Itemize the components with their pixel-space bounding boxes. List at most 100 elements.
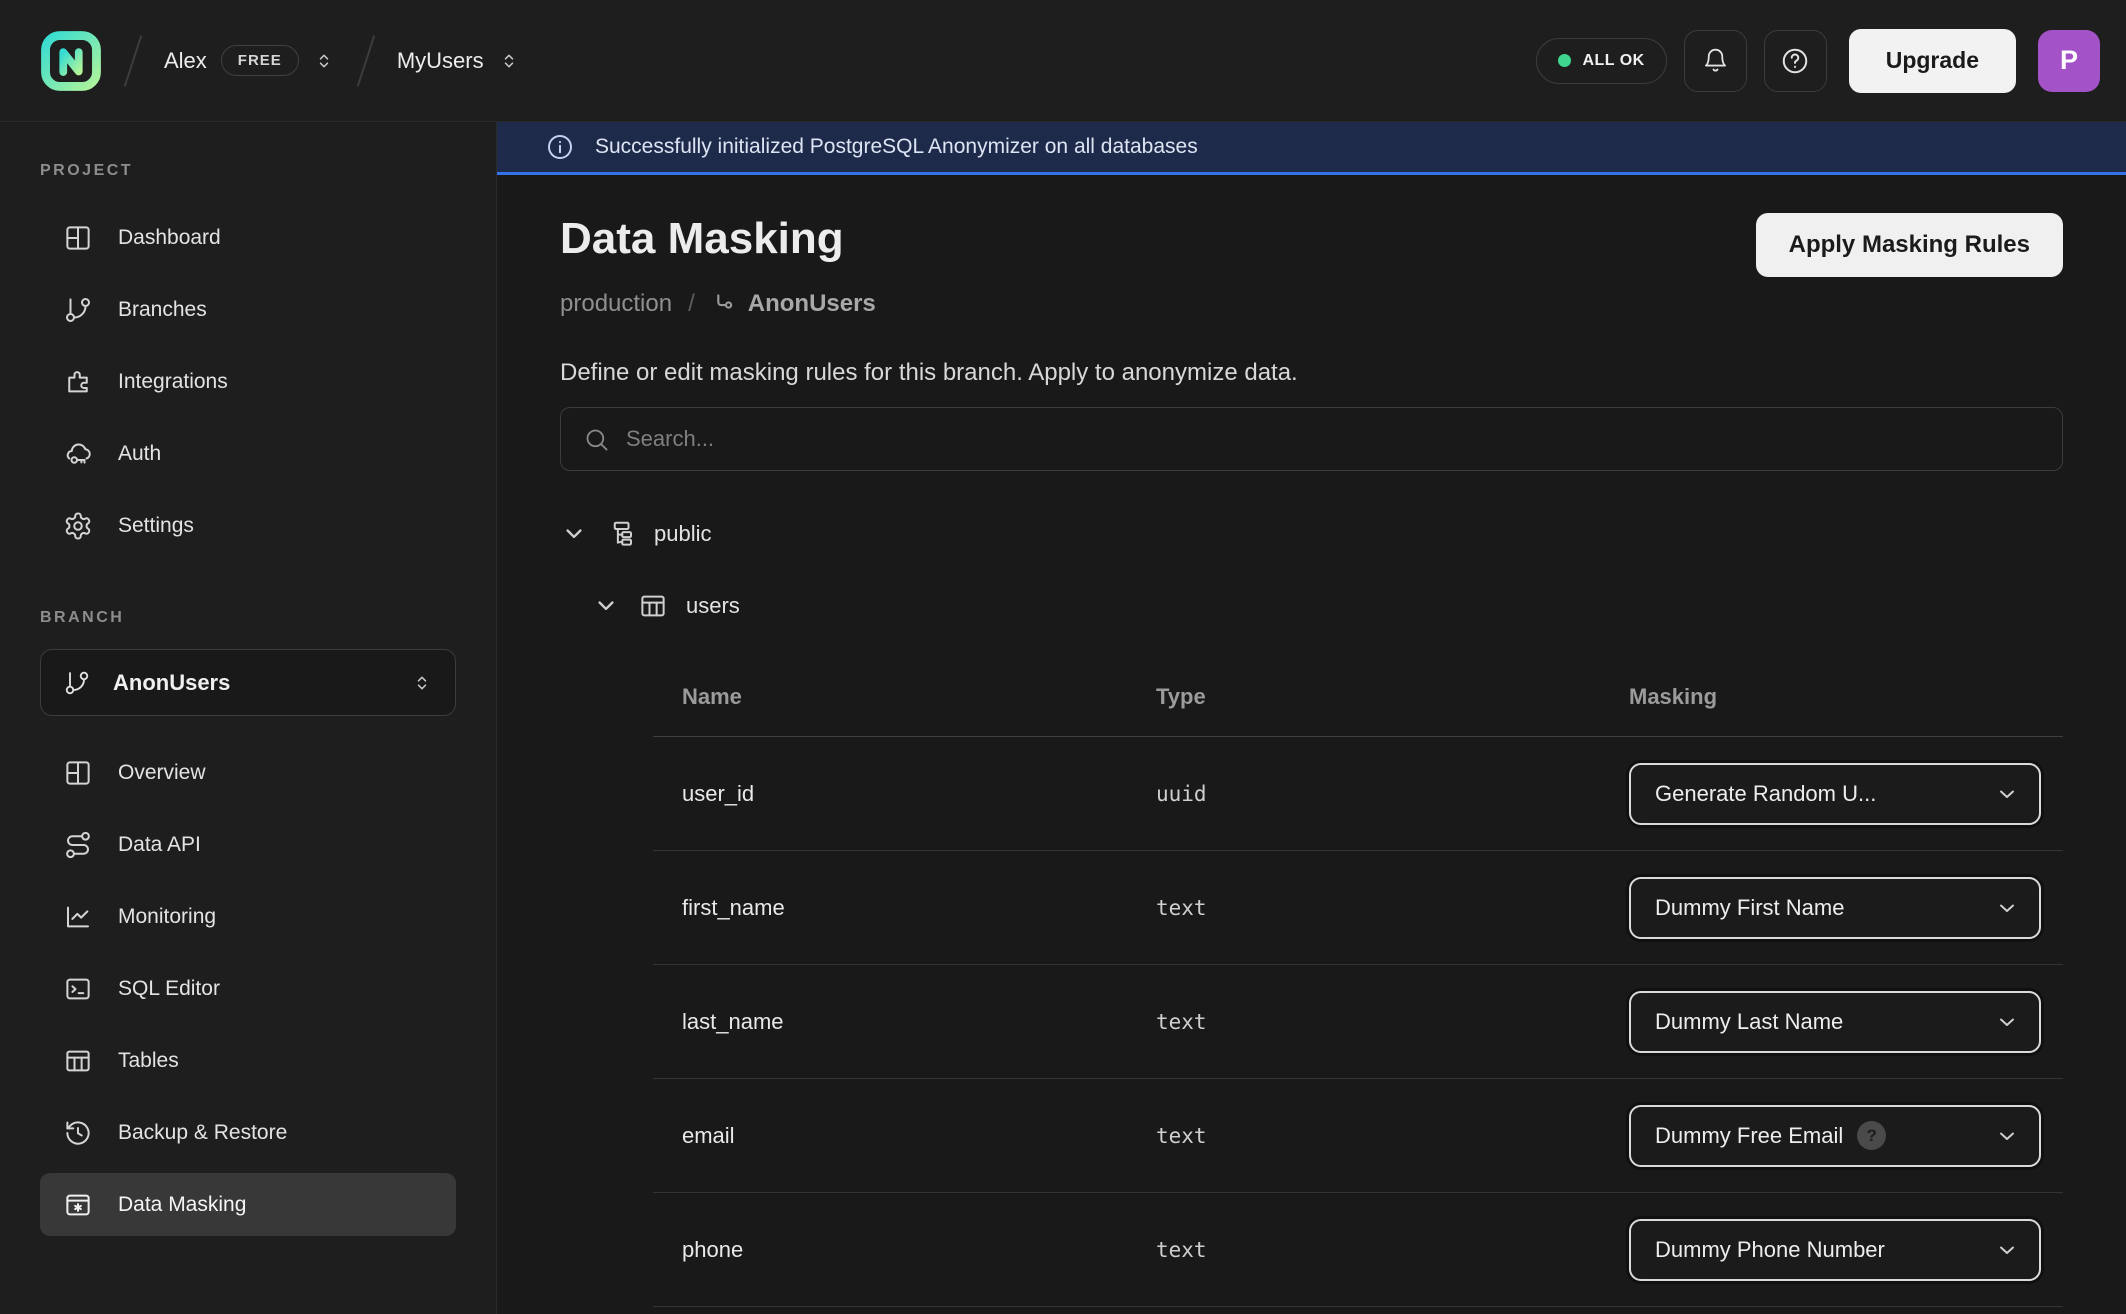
search-input[interactable] — [626, 426, 2040, 452]
chevron-down-icon — [1995, 1124, 2019, 1148]
masking-rule-select[interactable]: Dummy Phone Number — [1629, 1219, 2041, 1281]
masking-rule-value: Dummy Last Name — [1655, 1009, 1843, 1035]
schema-tree: public users Name Type — [560, 511, 2063, 1307]
separator-slash — [124, 35, 143, 87]
sidebar-item-label: Auth — [118, 442, 161, 466]
column-type-value: text — [1156, 1238, 1629, 1262]
notifications-button[interactable] — [1684, 30, 1747, 92]
column-type-value: uuid — [1156, 782, 1629, 806]
branch-nav: Overview Data API Monitoring — [40, 741, 456, 1236]
sidebar-item-data-masking[interactable]: Data Masking — [40, 1173, 456, 1236]
masking-table-body: user_iduuid Generate Random U... first_nam… — [653, 737, 2063, 1307]
table-row: phonetextDummy Phone Number — [653, 1193, 2063, 1307]
column-header-masking: Masking — [1629, 684, 2063, 710]
dashboard-icon — [63, 223, 93, 253]
masking-rule-select[interactable]: Dummy Last Name — [1629, 991, 2041, 1053]
branch-selector[interactable]: AnonUsers — [40, 649, 456, 716]
main-panel: Successfully initialized PostgreSQL Anon… — [497, 122, 2126, 1314]
column-header-name: Name — [653, 684, 1156, 710]
sidebar-item-label: Tables — [118, 1049, 179, 1073]
sidebar-item-dashboard[interactable]: Dashboard — [40, 206, 456, 269]
plan-badge: FREE — [221, 45, 299, 76]
column-name-value: last_name — [653, 1009, 1156, 1035]
masking-rule-value: Generate Random U... — [1655, 781, 1876, 807]
chevron-up-down-icon[interactable] — [498, 50, 520, 72]
masking-table-header: Name Type Masking — [653, 657, 2063, 737]
project-nav: Dashboard Branches Integrations — [40, 206, 456, 557]
sidebar-item-label: Integrations — [118, 370, 228, 394]
bell-icon — [1702, 47, 1729, 74]
sidebar: PROJECT Dashboard Branches — [0, 122, 497, 1314]
sidebar-item-tables[interactable]: Tables — [40, 1029, 456, 1092]
gear-icon — [63, 511, 93, 541]
masking-rule-value: Dummy Phone Number — [1655, 1237, 1885, 1263]
sidebar-item-label: Backup & Restore — [118, 1121, 287, 1145]
column-name-value: first_name — [653, 895, 1156, 921]
sidebar-item-data-api[interactable]: Data API — [40, 813, 456, 876]
history-icon — [63, 1118, 93, 1148]
page-title: Data Masking — [560, 211, 876, 267]
masking-rule-value: Dummy First Name — [1655, 895, 1844, 921]
cloud-key-icon — [63, 439, 93, 469]
column-type-value: text — [1156, 1124, 1629, 1148]
chevron-down-icon[interactable] — [592, 592, 620, 620]
org-switcher[interactable]: Alex FREE — [164, 45, 335, 76]
column-name-value: user_id — [653, 781, 1156, 807]
help-button[interactable] — [1764, 30, 1827, 92]
child-branch-icon — [711, 291, 738, 318]
info-icon — [545, 132, 575, 162]
sidebar-item-backup-restore[interactable]: Backup & Restore — [40, 1101, 456, 1164]
success-banner: Successfully initialized PostgreSQL Anon… — [497, 122, 2126, 175]
sidebar-item-label: Settings — [118, 514, 194, 538]
project-name: MyUsers — [397, 48, 484, 74]
sidebar-item-auth[interactable]: Auth — [40, 422, 456, 485]
apply-masking-rules-button[interactable]: Apply Masking Rules — [1756, 213, 2063, 277]
column-type-value: text — [1156, 896, 1629, 920]
masking-rule-select[interactable]: Dummy First Name — [1629, 877, 2041, 939]
sidebar-item-integrations[interactable]: Integrations — [40, 350, 456, 413]
neon-logo-icon[interactable] — [40, 30, 102, 92]
upgrade-button[interactable]: Upgrade — [1849, 29, 2016, 93]
sidebar-item-overview[interactable]: Overview — [40, 741, 456, 804]
status-dot — [1558, 54, 1571, 67]
schema-icon — [606, 519, 636, 549]
chevron-down-icon — [1995, 896, 2019, 920]
masking-table: Name Type Masking user_iduuid Generate Ra… — [653, 657, 2063, 1307]
sidebar-item-sql-editor[interactable]: SQL Editor — [40, 957, 456, 1020]
section-label-project: PROJECT — [40, 162, 456, 180]
tree-node-schema[interactable]: public — [560, 511, 2063, 557]
chevron-down-icon — [1995, 1010, 2019, 1034]
masking-rule-value: Dummy Free Email — [1655, 1123, 1843, 1149]
masking-rule-select[interactable]: Dummy Free Email? — [1629, 1105, 2041, 1167]
table-row: user_iduuid Generate Random U... — [653, 737, 2063, 851]
chevron-up-down-icon — [411, 672, 433, 694]
table-icon — [63, 1046, 93, 1076]
system-status-pill[interactable]: ALL OK — [1536, 38, 1666, 84]
column-header-type: Type — [1156, 684, 1629, 710]
masking-rule-select[interactable]: Generate Random U... — [1629, 763, 2041, 825]
project-switcher[interactable]: MyUsers — [397, 48, 520, 74]
sidebar-item-monitoring[interactable]: Monitoring — [40, 885, 456, 948]
puzzle-icon — [63, 367, 93, 397]
chevron-down-icon[interactable] — [560, 520, 588, 548]
sidebar-item-label: Branches — [118, 298, 207, 322]
sidebar-item-label: Data Masking — [118, 1193, 246, 1217]
sidebar-item-label: SQL Editor — [118, 977, 220, 1001]
user-avatar[interactable]: P — [2038, 30, 2100, 92]
column-type-value: text — [1156, 1010, 1629, 1034]
sidebar-item-branches[interactable]: Branches — [40, 278, 456, 341]
top-bar: Alex FREE MyUsers ALL OK — [0, 0, 2126, 122]
column-name-value: email — [653, 1123, 1156, 1149]
breadcrumb-current[interactable]: AnonUsers — [711, 289, 876, 319]
chevron-up-down-icon[interactable] — [313, 50, 335, 72]
line-chart-icon — [63, 902, 93, 932]
schema-name: public — [654, 521, 711, 547]
sidebar-item-settings[interactable]: Settings — [40, 494, 456, 557]
breadcrumb-parent[interactable]: production — [560, 289, 672, 319]
tree-node-table[interactable]: users — [592, 583, 2063, 629]
sidebar-item-label: Overview — [118, 761, 206, 785]
breadcrumb-separator: / — [688, 289, 695, 319]
table-row: last_nametext Dummy Last Name — [653, 965, 2063, 1079]
help-badge[interactable]: ? — [1857, 1121, 1886, 1150]
status-label: ALL OK — [1582, 52, 1644, 70]
